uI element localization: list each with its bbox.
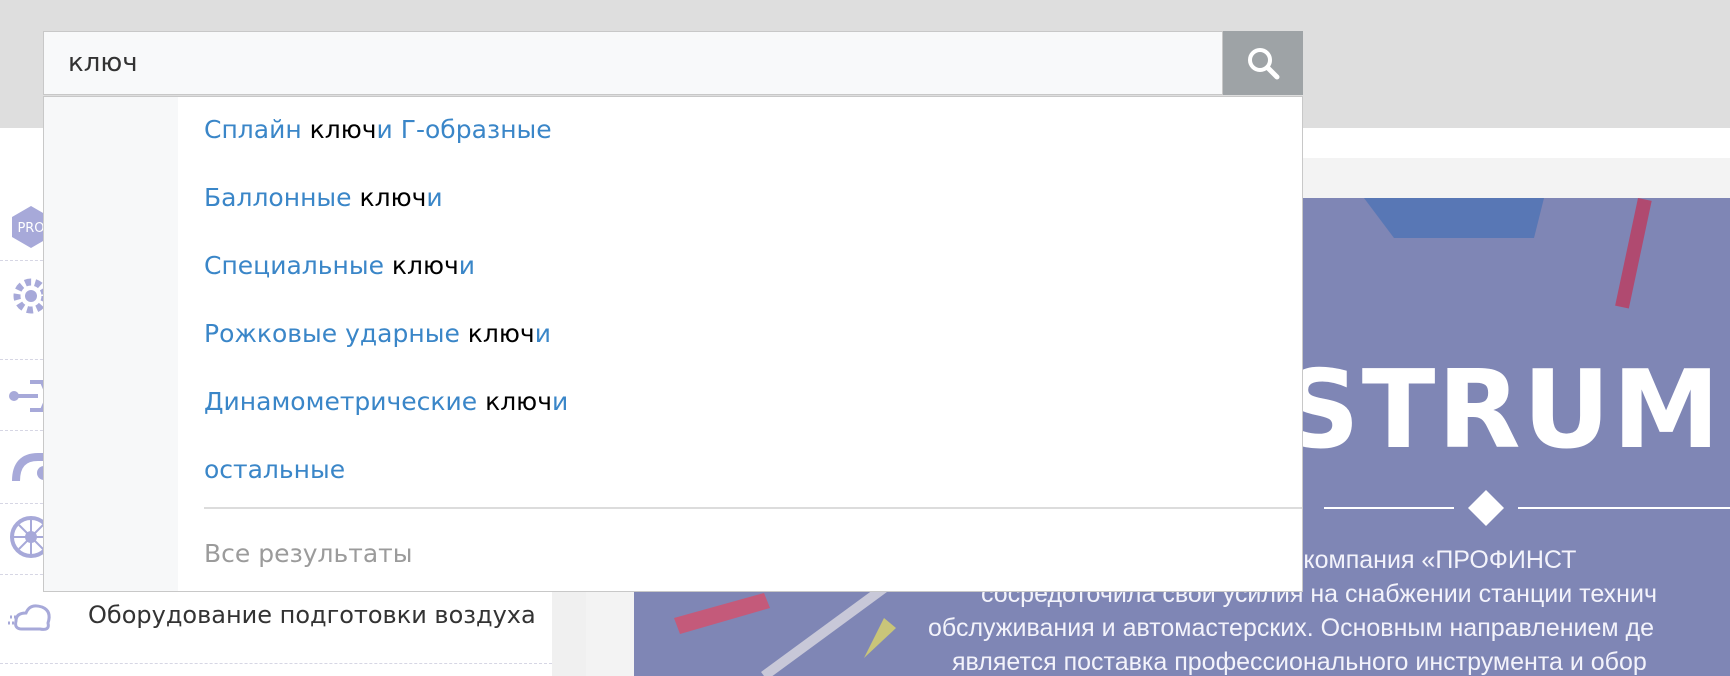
banner-line-3: обслуживания и автомастерских. Основным … <box>928 614 1655 642</box>
suggestion-item[interactable]: Баллонные ключи <box>204 183 443 212</box>
suggestion-item[interactable]: Динамометрические ключи <box>204 387 568 416</box>
search-button[interactable] <box>1223 31 1303 95</box>
search-input[interactable] <box>44 32 1224 94</box>
search-box <box>43 31 1224 95</box>
svg-text:PRO: PRO <box>17 221 44 236</box>
sidebar-item-label: Оборудование подготовки воздуха <box>88 601 536 629</box>
suggestion-item[interactable]: Рожковые ударные ключи <box>204 319 551 348</box>
search-suggestions: Сплайн ключи Г-образные Баллонные ключи … <box>43 96 1303 592</box>
all-results-link[interactable]: Все результаты <box>204 539 412 568</box>
suggestion-item[interactable]: Сплайн ключи Г-образные <box>204 115 552 144</box>
suggestion-item-other[interactable]: остальные <box>204 455 345 484</box>
banner-line-4: является поставка профессионального инст… <box>952 648 1647 676</box>
suggestion-item[interactable]: Специальные ключи <box>204 251 475 280</box>
search-icon <box>1248 48 1280 80</box>
air-cloud-icon <box>8 604 51 631</box>
banner-word: STRUMENT <box>1282 348 1730 473</box>
suggestions-divider <box>204 507 1302 509</box>
suggestions-gutter <box>44 97 178 591</box>
